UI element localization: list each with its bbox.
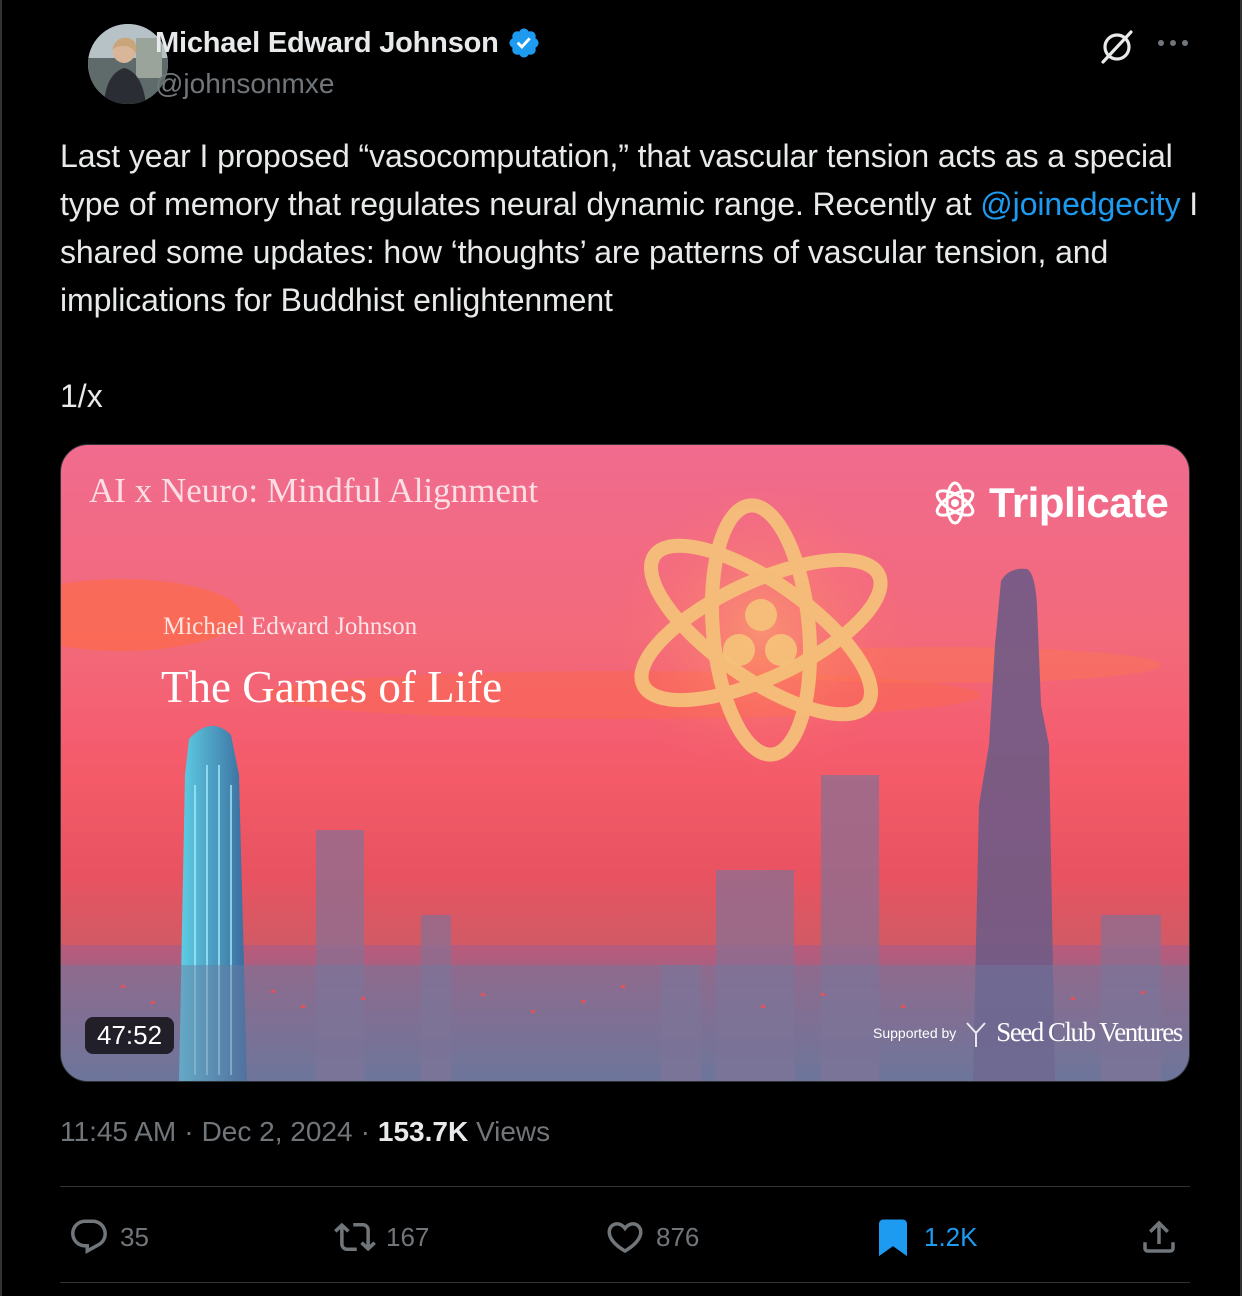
bookmark-icon <box>879 1219 907 1257</box>
thread-marker: 1/x <box>60 378 103 414</box>
video-series-title: AI x Neuro: Mindful Alignment <box>89 471 539 510</box>
post-date[interactable]: Dec 2, 2024 <box>202 1116 353 1148</box>
meta-separator: · <box>184 1116 194 1147</box>
divider <box>60 1282 1190 1283</box>
repost-icon <box>334 1222 376 1252</box>
post-time[interactable]: 11:45 AM <box>60 1116 176 1148</box>
video-title: The Games of Life <box>161 662 503 712</box>
reply-count: 35 <box>120 1221 149 1252</box>
more-icon[interactable] <box>1155 28 1191 58</box>
divider <box>60 1186 1190 1187</box>
repost-button[interactable]: 167 <box>334 1214 429 1260</box>
sprout-logo-icon <box>966 1021 987 1047</box>
repost-count: 167 <box>386 1221 430 1252</box>
tweet: Michael Edward Johnson @johnsonmxe Last … <box>0 0 1242 1296</box>
sponsor-name: Seed Club Ventures <box>996 1017 1183 1047</box>
meta-separator: · <box>360 1116 370 1147</box>
post-metadata: 11:45 AM · Dec 2, 2024 · 153.7K Views <box>60 1116 550 1148</box>
video-brand: Triplicate <box>931 479 1169 527</box>
reply-button[interactable]: 35 <box>68 1214 149 1260</box>
sponsor-label: Supported by <box>873 1024 957 1041</box>
atom-logo-icon <box>935 481 975 525</box>
bookmark-count: 1.2K <box>924 1221 978 1252</box>
video-sponsor: Supported by Seed Club Ventures <box>873 1017 1183 1048</box>
brand-name: Triplicate <box>989 479 1169 526</box>
share-button[interactable] <box>1138 1214 1180 1260</box>
reply-icon <box>71 1219 107 1254</box>
like-button[interactable]: 876 <box>604 1214 699 1260</box>
views-count: 153.7K <box>377 1116 469 1147</box>
heart-icon <box>607 1222 643 1254</box>
verified-badge-icon[interactable] <box>507 26 541 60</box>
grok-icon[interactable] <box>1097 26 1137 66</box>
video-speaker: Michael Edward Johnson <box>163 613 418 640</box>
video-thumbnail[interactable]: AI x Neuro: Mindful Alignment Triplicate… <box>60 444 1190 1082</box>
bookmark-button[interactable]: 1.2K <box>872 1214 978 1260</box>
share-icon <box>1143 1220 1175 1253</box>
city-skyline-illustration <box>61 480 1189 1081</box>
mention-link[interactable]: @joinedgecity <box>980 186 1180 222</box>
author-name[interactable]: Michael Edward Johnson <box>155 27 499 60</box>
views-label: Views <box>475 1116 551 1147</box>
like-count: 876 <box>656 1221 700 1252</box>
video-duration: 47:52 <box>85 1017 175 1054</box>
post-text: Last year I proposed “vasocomputation,” … <box>60 132 1200 324</box>
author-handle[interactable]: @johnsonmxe <box>155 68 334 100</box>
